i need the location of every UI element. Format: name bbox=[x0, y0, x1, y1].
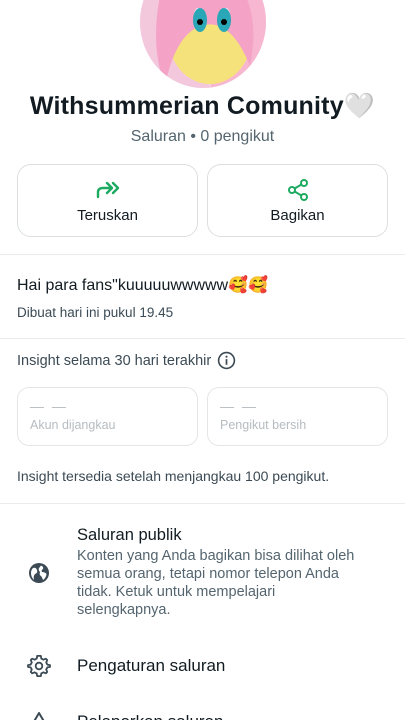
channel-name: Withsummerian Comunity🤍 bbox=[0, 92, 405, 121]
stat-label: Akun dijangkau bbox=[30, 418, 116, 432]
stat-value: — — bbox=[220, 398, 258, 414]
forward-icon bbox=[95, 177, 121, 203]
channel-settings-label: Pengaturan saluran bbox=[77, 656, 226, 675]
stat-accounts-reached: — — Akun dijangkau bbox=[17, 387, 198, 446]
share-icon bbox=[286, 177, 310, 203]
forward-button[interactable]: Teruskan bbox=[17, 164, 198, 237]
gear-icon bbox=[27, 654, 51, 678]
channel-description: Hai para fans"kuuuuuwwwww🥰🥰 bbox=[17, 277, 268, 294]
stat-label: Pengikut bersih bbox=[220, 418, 307, 432]
insights-note: Insight tersedia setelah menjangkau 100 … bbox=[17, 468, 330, 484]
divider bbox=[0, 254, 405, 255]
share-label: Bagikan bbox=[270, 207, 325, 224]
info-icon[interactable] bbox=[217, 351, 236, 370]
public-channel-description: Konten yang Anda bagikan bisa dilihat ol… bbox=[77, 548, 355, 618]
insights-title: Insight selama 30 hari terakhir bbox=[17, 352, 212, 369]
report-channel-label: Pelaporkan saluran bbox=[77, 712, 223, 720]
created-timestamp: Dibuat hari ini pukul 19.45 bbox=[17, 305, 174, 320]
heart-emoji: 🤍 bbox=[343, 92, 376, 120]
public-channel-title: Saluran publik bbox=[77, 526, 182, 544]
globe-icon bbox=[27, 561, 51, 585]
channel-name-text: Withsummerian Comunity bbox=[29, 92, 344, 120]
stat-net-followers: — — Pengikut bersih bbox=[207, 387, 388, 446]
insights-header: Insight selama 30 hari terakhir bbox=[17, 351, 236, 370]
share-button[interactable]: Bagikan bbox=[207, 164, 388, 237]
warning-icon bbox=[27, 710, 51, 720]
divider bbox=[0, 338, 405, 339]
channel-avatar[interactable] bbox=[140, 0, 266, 88]
forward-label: Teruskan bbox=[77, 207, 138, 224]
channel-meta: Saluran • 0 pengikut bbox=[130, 128, 275, 145]
divider bbox=[0, 503, 405, 504]
avatar-illustration bbox=[140, 0, 266, 88]
stat-value: — — bbox=[30, 398, 68, 414]
